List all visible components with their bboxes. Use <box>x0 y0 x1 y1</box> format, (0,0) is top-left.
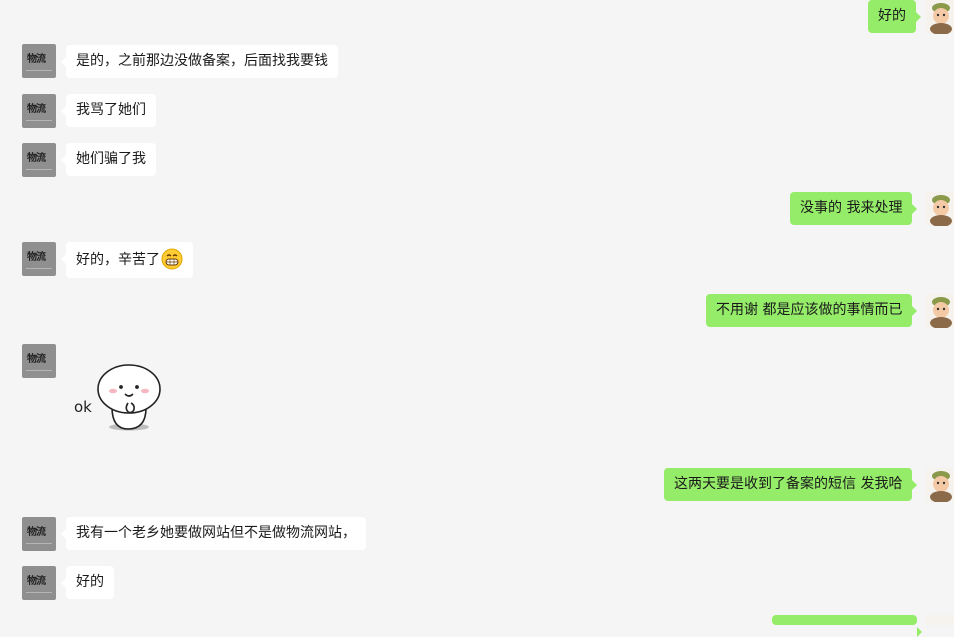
contact-avatar[interactable]: 物流 <box>22 517 56 551</box>
message-bubble-incoming[interactable]: 她们骗了我 <box>61 143 156 176</box>
message-text: 好的，辛苦了 <box>76 252 160 268</box>
user-avatar[interactable] <box>926 468 954 502</box>
contact-avatar[interactable]: 物流 <box>22 44 56 78</box>
message-bubble-outgoing-partial[interactable] <box>772 615 922 637</box>
chat-message-list[interactable]: 好的 物流 是的，之前那边没做备案，后面找我要钱 物流 我骂了她们 物流 她们骗… <box>0 0 954 637</box>
message-bubble-outgoing[interactable]: 不用谢 都是应该做的事情而已 <box>706 294 918 327</box>
user-avatar[interactable] <box>926 192 954 226</box>
contact-avatar[interactable]: 物流 <box>22 94 56 128</box>
user-avatar[interactable] <box>926 615 954 625</box>
message-bubble-outgoing[interactable]: 这两天要是收到了备案的短信 发我哈 <box>664 468 918 501</box>
contact-avatar[interactable]: 物流 <box>22 143 56 177</box>
message-bubble-outgoing[interactable]: 好的 <box>868 0 921 33</box>
sticker-text: ok <box>74 398 92 416</box>
contact-avatar[interactable]: 物流 <box>22 566 56 600</box>
message-bubble-incoming[interactable]: 我有一个老乡她要做网站但不是做物流网站， <box>61 517 366 550</box>
baby-avatar-icon <box>926 294 954 328</box>
message-bubble-incoming[interactable]: 好的，辛苦了 <box>61 242 193 278</box>
message-bubble-incoming[interactable]: 是的，之前那边没做备案，后面找我要钱 <box>61 45 338 78</box>
grin-emoji-icon <box>161 248 183 269</box>
ok-sticker[interactable]: ok <box>72 362 164 436</box>
baby-avatar-icon <box>926 0 954 34</box>
message-bubble-outgoing[interactable]: 没事的 我来处理 <box>790 192 918 225</box>
message-bubble-incoming[interactable]: 好的 <box>61 566 114 599</box>
baby-avatar-icon <box>926 468 954 502</box>
user-avatar[interactable] <box>926 0 954 34</box>
contact-avatar[interactable]: 物流 <box>22 242 56 276</box>
message-bubble-incoming[interactable]: 我骂了她们 <box>61 94 156 127</box>
baby-avatar-icon <box>926 192 954 226</box>
user-avatar[interactable] <box>926 294 954 328</box>
contact-avatar[interactable]: 物流 <box>22 344 56 378</box>
